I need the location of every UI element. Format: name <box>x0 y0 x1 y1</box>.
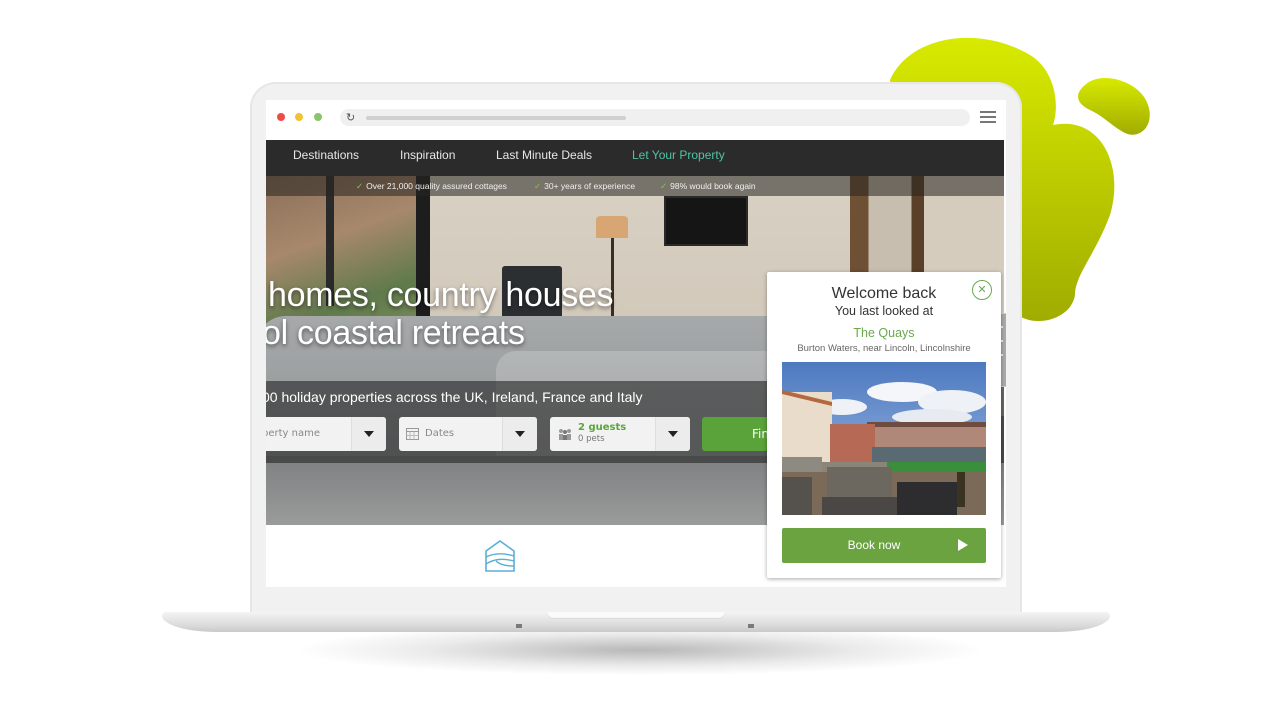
guests-selector[interactable]: 2 guests 0 pets <box>550 417 690 451</box>
nav-last-minute-deals[interactable]: Last Minute Deals <box>496 140 592 170</box>
hero-headline-line2: ol coastal retreats <box>266 314 525 352</box>
book-now-button[interactable]: Book now <box>782 528 986 563</box>
close-window-dot[interactable] <box>277 113 285 121</box>
check-icon: ✓ <box>356 181 364 191</box>
laptop-notch <box>547 612 725 619</box>
pets-value: 0 pets <box>578 434 605 444</box>
nav-destinations[interactable]: Destinations <box>293 140 359 170</box>
trust-item: ✓ 98% would book again <box>660 176 756 196</box>
lamp-image <box>596 216 628 238</box>
check-icon: ✓ <box>534 181 542 191</box>
property-photo[interactable] <box>782 362 986 515</box>
trust-item-label: 30+ years of experience <box>544 181 636 191</box>
calendar-icon <box>406 428 419 440</box>
property-name-link[interactable]: The Quays <box>767 326 1001 340</box>
play-arrow-icon <box>958 539 968 551</box>
trust-item-label: 98% would book again <box>670 181 756 191</box>
hero-subtitle: 00 holiday properties across the UK, Ire… <box>266 389 643 405</box>
dates-placeholder: Dates <box>425 428 455 439</box>
url-placeholder-line <box>366 116 626 120</box>
trust-item: ✓ Over 21,000 quality assured cottages <box>356 176 507 196</box>
book-now-label: Book now <box>847 538 901 552</box>
trust-bar: ✓ Over 21,000 quality assured cottages ✓ 3… <box>266 176 1004 196</box>
hero-headline-line1: homes, country houses <box>268 276 614 314</box>
tv-image <box>664 196 748 246</box>
reload-icon[interactable]: ↻ <box>346 109 355 126</box>
property-name-input[interactable]: perty name <box>266 417 386 451</box>
popup-title: Welcome back <box>831 285 937 302</box>
chevron-down-icon[interactable] <box>655 417 690 451</box>
property-location: Burton Waters, near Lincoln, Lincolnshir… <box>797 343 971 354</box>
dates-input[interactable]: Dates <box>399 417 537 451</box>
chevron-down-icon[interactable] <box>351 417 386 451</box>
property-photo-illustration <box>782 362 986 515</box>
house-landscape-icon <box>485 540 515 572</box>
laptop-foot-right <box>748 624 754 628</box>
guests-value: 2 guests <box>578 422 627 433</box>
chevron-down-icon[interactable] <box>502 417 537 451</box>
trust-item: ✓ 30+ years of experience <box>534 176 635 196</box>
address-bar[interactable]: ↻ <box>340 109 970 126</box>
browser-chrome: ↻ <box>266 100 1006 140</box>
hamburger-menu-icon[interactable] <box>980 111 996 123</box>
laptop-shadow <box>300 625 980 675</box>
site-nav: Destinations Inspiration Last Minute Dea… <box>266 140 1004 176</box>
welcome-back-popup: ✕ Welcome back You last looked at The Qu… <box>767 272 1001 578</box>
popup-subtitle: You last looked at <box>834 304 934 318</box>
laptop-foot-left <box>516 624 522 628</box>
check-icon: ✓ <box>660 181 668 191</box>
nav-inspiration[interactable]: Inspiration <box>400 140 455 170</box>
trust-item-label: Over 21,000 quality assured cottages <box>366 181 507 191</box>
minimize-window-dot[interactable] <box>295 113 303 121</box>
property-name-placeholder: perty name <box>266 428 320 439</box>
guests-icon <box>559 429 571 440</box>
nav-let-your-property[interactable]: Let Your Property <box>632 140 725 170</box>
maximize-window-dot[interactable] <box>314 113 322 121</box>
